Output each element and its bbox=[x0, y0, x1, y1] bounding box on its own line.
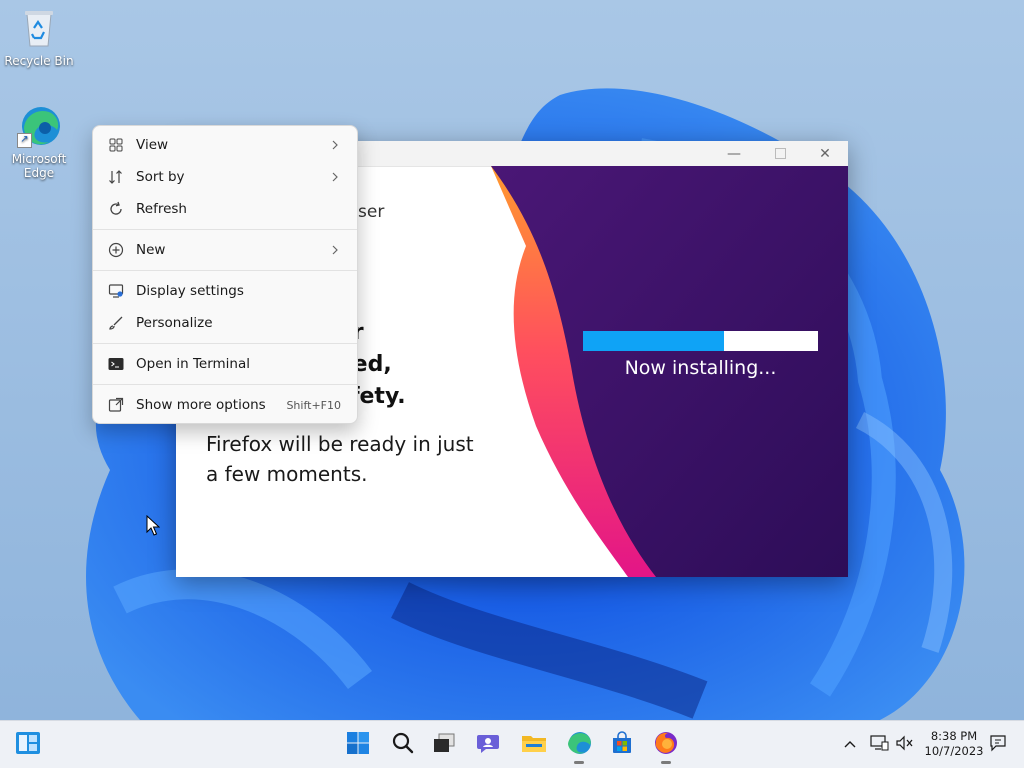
keyboard-shortcut: Shift+F10 bbox=[286, 398, 341, 412]
taskbar-clock[interactable]: 8:38 PM 10/7/2023 bbox=[920, 729, 988, 759]
file-explorer-button[interactable] bbox=[518, 729, 550, 761]
clock-time: 8:38 PM bbox=[930, 729, 978, 743]
menu-item-refresh[interactable]: Refresh bbox=[97, 194, 353, 224]
show-more-icon bbox=[107, 396, 125, 414]
running-indicator bbox=[661, 761, 671, 764]
store-icon bbox=[610, 731, 634, 759]
clock-date: 10/7/2023 bbox=[924, 744, 984, 758]
menu-item-show-more-options[interactable]: Show more options Shift+F10 bbox=[97, 390, 353, 420]
chevron-up-icon bbox=[843, 738, 857, 753]
firefox-icon bbox=[653, 730, 679, 760]
chevron-right-icon bbox=[331, 138, 339, 152]
desktop-icon-label: Microsoft Edge bbox=[11, 152, 67, 180]
menu-item-label: Open in Terminal bbox=[136, 356, 250, 372]
maximize-icon bbox=[774, 148, 786, 159]
display-settings-icon bbox=[107, 282, 125, 300]
menu-item-label: Display settings bbox=[136, 283, 244, 299]
maximize-button[interactable] bbox=[757, 141, 803, 166]
store-button[interactable] bbox=[606, 729, 638, 761]
install-progress-bar bbox=[583, 331, 818, 351]
menu-item-label: View bbox=[136, 137, 169, 153]
menu-separator bbox=[93, 270, 357, 271]
network-icon bbox=[869, 734, 889, 756]
menu-separator bbox=[93, 384, 357, 385]
start-button[interactable] bbox=[342, 729, 374, 761]
taskbar: 8:38 PM 10/7/2023 bbox=[0, 720, 1024, 768]
running-indicator bbox=[574, 761, 584, 764]
task-view-icon bbox=[432, 732, 456, 758]
widgets-button[interactable] bbox=[12, 729, 44, 761]
notifications-button[interactable] bbox=[986, 729, 1010, 761]
chevron-right-icon bbox=[331, 170, 339, 184]
chat-button[interactable] bbox=[473, 729, 505, 761]
progress-fill bbox=[583, 331, 724, 351]
chat-icon bbox=[476, 731, 502, 759]
mouse-cursor-icon bbox=[146, 514, 161, 541]
close-button[interactable]: ✕ bbox=[802, 141, 848, 166]
ready-message: Firefox will be ready in just a few mome… bbox=[206, 432, 474, 486]
menu-item-view[interactable]: View bbox=[97, 130, 353, 160]
edge-icon: ↗ bbox=[17, 104, 61, 148]
menu-item-display-settings[interactable]: Display settings bbox=[97, 276, 353, 306]
volume-button[interactable] bbox=[892, 729, 918, 761]
desktop-icon-microsoft-edge[interactable]: ↗ Microsoft Edge bbox=[1, 104, 77, 180]
menu-item-sort-by[interactable]: Sort by bbox=[97, 162, 353, 192]
minimize-icon: — bbox=[727, 145, 741, 162]
recycle-bin-icon bbox=[17, 6, 61, 50]
desktop-icon-label: Recycle Bin bbox=[4, 54, 74, 68]
sort-icon bbox=[107, 168, 125, 186]
desktop-context-menu: View Sort by Refresh New Display setting… bbox=[92, 125, 358, 424]
close-icon: ✕ bbox=[819, 145, 831, 162]
menu-item-label: Refresh bbox=[136, 201, 187, 217]
search-button[interactable] bbox=[387, 729, 419, 761]
install-status: Now installing... bbox=[624, 357, 777, 379]
menu-item-label: New bbox=[136, 242, 166, 258]
refresh-icon bbox=[107, 200, 125, 218]
menu-separator bbox=[93, 343, 357, 344]
personalize-brush-icon bbox=[107, 314, 125, 332]
terminal-icon bbox=[107, 355, 125, 373]
desktop-icon-recycle-bin[interactable]: Recycle Bin bbox=[1, 6, 77, 68]
menu-item-label: Show more options bbox=[136, 397, 266, 413]
new-plus-icon bbox=[107, 241, 125, 259]
menu-item-new[interactable]: New bbox=[97, 235, 353, 265]
menu-separator bbox=[93, 229, 357, 230]
start-icon bbox=[346, 731, 370, 759]
menu-item-personalize[interactable]: Personalize bbox=[97, 308, 353, 338]
volume-muted-icon bbox=[895, 734, 915, 756]
menu-item-open-in-terminal[interactable]: Open in Terminal bbox=[97, 349, 353, 379]
task-view-button[interactable] bbox=[428, 729, 460, 761]
grid-view-icon bbox=[107, 136, 125, 154]
brand-text: ser bbox=[358, 202, 385, 222]
menu-item-label: Sort by bbox=[136, 169, 185, 185]
show-hidden-icons-button[interactable] bbox=[836, 729, 864, 761]
shortcut-arrow-icon: ↗ bbox=[17, 133, 32, 148]
menu-item-label: Personalize bbox=[136, 315, 213, 331]
chevron-right-icon bbox=[331, 243, 339, 257]
edge-icon bbox=[566, 730, 592, 760]
network-button[interactable] bbox=[866, 729, 892, 761]
notification-icon bbox=[989, 734, 1007, 756]
widgets-icon bbox=[15, 731, 41, 759]
edge-taskbar-button[interactable] bbox=[563, 729, 595, 764]
minimize-button[interactable]: — bbox=[711, 141, 757, 166]
search-icon bbox=[391, 731, 415, 759]
file-explorer-icon bbox=[521, 732, 547, 758]
firefox-taskbar-button[interactable] bbox=[650, 729, 682, 764]
